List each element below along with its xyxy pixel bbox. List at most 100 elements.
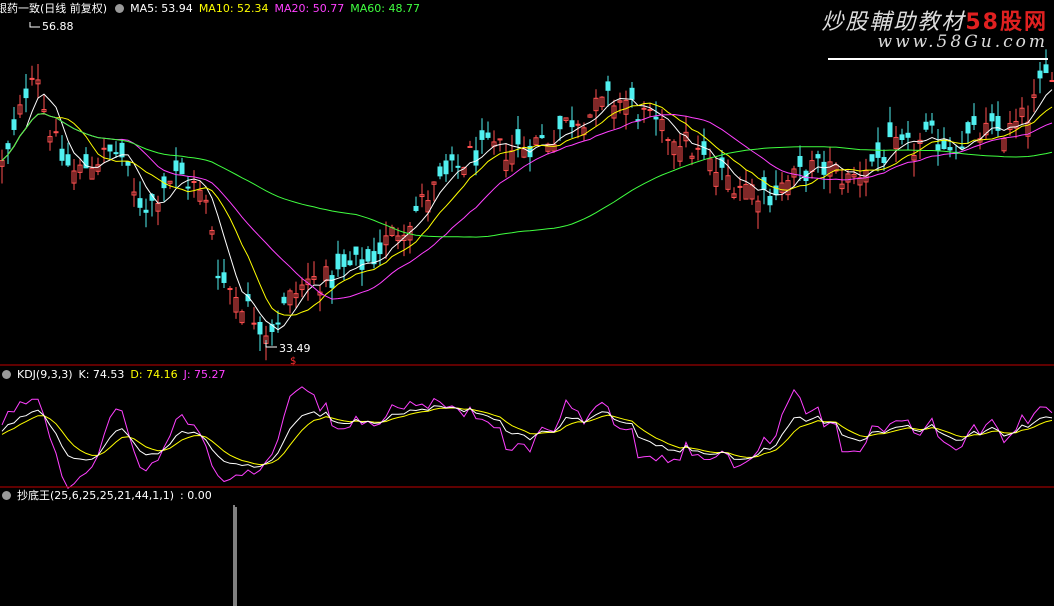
chart-stage: 56.88 33.49 $	[0, 20, 1054, 606]
high-label: 56.88	[42, 20, 74, 33]
candle-body	[929, 120, 935, 126]
candle-body	[485, 132, 491, 138]
candle-body	[515, 129, 521, 145]
candle-body	[941, 139, 947, 150]
candle-body	[965, 122, 971, 134]
candle-body	[665, 139, 671, 142]
settings-dot-icon[interactable]	[115, 3, 125, 13]
candle-body	[5, 143, 11, 150]
candle-body	[923, 121, 929, 130]
cdw-value: : 0.00	[180, 488, 212, 502]
candle-body	[125, 161, 131, 166]
candle-body	[347, 260, 353, 266]
candle-body	[959, 146, 965, 149]
candle-body	[281, 296, 287, 304]
ma5-value: MA5: 53.94	[130, 1, 193, 15]
candle-body	[629, 87, 635, 100]
candle-body	[443, 160, 449, 175]
kdj-k-value: K: 74.53	[78, 367, 125, 381]
candle-body	[365, 249, 371, 262]
candle-body	[449, 154, 455, 161]
watermark-underline	[828, 58, 1048, 60]
low-label: 33.49	[279, 342, 311, 355]
watermark-url: www.58Gu.com	[877, 32, 1048, 52]
kdj-d-value: D: 74.16	[130, 367, 178, 381]
candle-body	[143, 209, 149, 213]
ma60-line	[1, 113, 1053, 238]
ma60-value: MA60: 48.77	[350, 1, 420, 15]
candle-body	[59, 148, 65, 161]
candle-body	[341, 254, 347, 267]
candle-body	[479, 130, 485, 140]
price-panel	[0, 49, 1054, 361]
ma20-value: MA20: 50.77	[274, 1, 345, 15]
candle-body	[737, 185, 743, 188]
candle-body	[605, 81, 611, 91]
settings-dot-icon[interactable]	[2, 369, 11, 379]
candle-body	[101, 147, 107, 150]
candle-body	[23, 88, 29, 99]
kdj-title: KDJ(9,3,3)	[17, 367, 73, 381]
kdj-panel	[1, 386, 1053, 490]
candle-body	[137, 198, 143, 208]
candle-body	[191, 181, 197, 184]
candle-body	[329, 275, 335, 288]
candle-body	[173, 160, 179, 172]
candle-body	[989, 113, 995, 122]
kdj-j-value: J: 75.27	[183, 367, 226, 381]
candle-body	[65, 154, 71, 166]
candle-body	[569, 120, 575, 128]
candle-body	[869, 154, 875, 162]
ma10-value: MA10: 52.34	[198, 1, 269, 15]
candle-body	[695, 147, 701, 150]
cdw-panel	[233, 505, 237, 606]
high-marker	[29, 22, 40, 28]
candle-body	[215, 275, 221, 279]
candle-body	[437, 166, 443, 177]
candle-body	[29, 77, 35, 80]
candle-body	[539, 135, 545, 139]
buy-signal-icon: $	[290, 356, 296, 367]
candle-body	[641, 107, 647, 110]
candle-body	[1049, 79, 1054, 82]
candle-body	[335, 253, 341, 270]
candle-body	[1037, 70, 1043, 79]
candle-body	[971, 116, 977, 125]
candle-body	[761, 177, 767, 190]
annotations: 56.88 33.49 $	[29, 20, 311, 367]
candle-body	[815, 154, 821, 159]
candle-body	[947, 147, 953, 151]
candle-body	[767, 195, 773, 206]
candle-body	[113, 152, 119, 155]
title: 银药一致(日线 前复权)	[0, 2, 108, 15]
candle-body	[473, 150, 479, 166]
candle-body	[353, 246, 359, 255]
candle-body	[653, 116, 659, 120]
candle-body	[557, 115, 563, 130]
price-header: 银药一致(日线 前复权) MA5: 53.94 MA10: 52.34 MA20…	[0, 0, 426, 16]
candle-body	[1043, 64, 1049, 74]
candle-body	[53, 131, 59, 134]
candle-body	[575, 123, 581, 126]
candle-body	[887, 122, 893, 138]
candle-body	[179, 162, 185, 175]
candle-body	[275, 322, 281, 325]
candle-body	[647, 109, 653, 112]
candle-body	[107, 144, 113, 152]
cdw-header: 抄底王(25,6,25,25,21,44,1,1) : 0.00	[0, 487, 218, 503]
candle-body	[227, 288, 233, 291]
candle-body	[257, 321, 263, 335]
cdw-title: 抄底王(25,6,25,25,21,44,1,1)	[17, 489, 175, 502]
candle-body	[185, 186, 191, 189]
settings-dot-icon[interactable]	[2, 490, 11, 500]
candle-body	[377, 242, 383, 255]
candle-body	[221, 272, 227, 283]
candle-body	[935, 144, 941, 151]
kdj-header: KDJ(9,3,3) K: 74.53 D: 74.16 J: 75.27	[0, 366, 232, 382]
candle-body	[413, 205, 419, 212]
candle-body	[251, 322, 257, 325]
candle-body	[905, 132, 911, 138]
candle-body	[467, 146, 473, 149]
candle-body	[881, 157, 887, 164]
candle-body	[899, 134, 905, 141]
